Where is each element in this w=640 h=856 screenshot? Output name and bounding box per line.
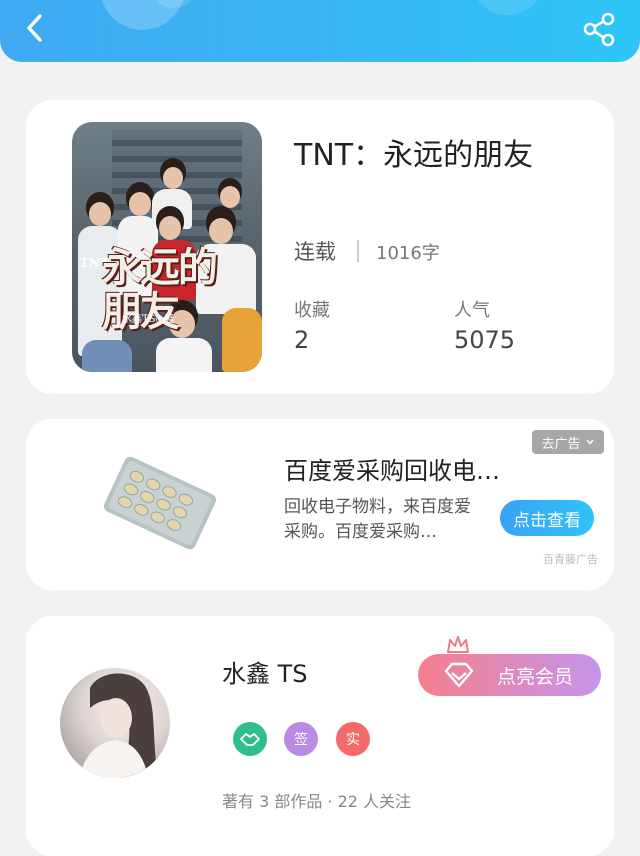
word-count: 1016字 bbox=[376, 243, 440, 264]
share-button[interactable] bbox=[580, 10, 620, 50]
ad-title: 百度爱采购回收电… bbox=[284, 457, 500, 485]
share-icon bbox=[583, 12, 615, 47]
ad-image[interactable] bbox=[90, 443, 230, 563]
chevron-left-icon bbox=[27, 14, 42, 42]
cover-figure bbox=[222, 308, 262, 372]
favorites-label: 收藏 bbox=[294, 300, 330, 321]
vip-button-label: 点亮会员 bbox=[496, 665, 573, 688]
divider bbox=[357, 240, 359, 262]
ad-card[interactable]: 去广告 百度爱采购回收电… 回收电子物料，来百度爱采购。百度爱采购… 点击查看 … bbox=[26, 419, 614, 590]
author-name: 水鑫 TS bbox=[222, 660, 308, 688]
back-button[interactable] bbox=[18, 10, 54, 46]
serial-status: 连载 bbox=[294, 240, 336, 264]
cover-figure bbox=[209, 218, 233, 244]
cover-author: 水鑫TS◎著 bbox=[122, 314, 175, 325]
author-stats: 著有 3 部作品 · 22 人关注 bbox=[222, 792, 412, 811]
real-badge: 实 bbox=[336, 722, 370, 756]
sign-badge: 签 bbox=[284, 722, 318, 756]
author-card: 水鑫 TS 点亮会员 签 实 著有 3 部作品 · 22 人关注 bbox=[26, 616, 614, 856]
book-title: TNT：永远的朋友 bbox=[294, 138, 534, 173]
cover-figure bbox=[156, 338, 212, 372]
handshake-icon bbox=[233, 722, 267, 756]
cover-figure bbox=[129, 192, 151, 216]
ad-description: 回收电子物料，来百度爱采购。百度爱采购… bbox=[284, 497, 471, 542]
favorites-count: 2 bbox=[294, 326, 310, 354]
diamond-icon bbox=[444, 662, 474, 688]
remove-ad-label: 去广告 bbox=[541, 436, 581, 452]
cover-figure bbox=[220, 186, 240, 208]
popularity-label: 人气 bbox=[454, 300, 490, 321]
book-info-card: TNT: 永远的朋友 水鑫TS◎著 TNT：永远的朋友 连载 1016字 收藏 … bbox=[26, 100, 614, 394]
avatar[interactable] bbox=[60, 668, 170, 778]
cover-figure bbox=[159, 216, 181, 240]
decor-bubble bbox=[470, 0, 545, 15]
remove-ad-button[interactable]: 去广告 bbox=[532, 430, 604, 454]
cover-figure bbox=[82, 340, 132, 372]
cover-figure bbox=[89, 202, 111, 226]
popularity-count: 5075 bbox=[454, 326, 516, 354]
ad-view-button[interactable]: 点击查看 bbox=[500, 500, 594, 536]
ad-source: 百青藤广告 bbox=[543, 553, 598, 566]
book-cover[interactable]: TNT: 永远的朋友 水鑫TS◎著 bbox=[72, 122, 262, 372]
cover-figure bbox=[163, 167, 183, 189]
crown-icon bbox=[447, 636, 469, 653]
chevron-down-icon bbox=[585, 439, 594, 445]
top-bar bbox=[0, 0, 640, 62]
